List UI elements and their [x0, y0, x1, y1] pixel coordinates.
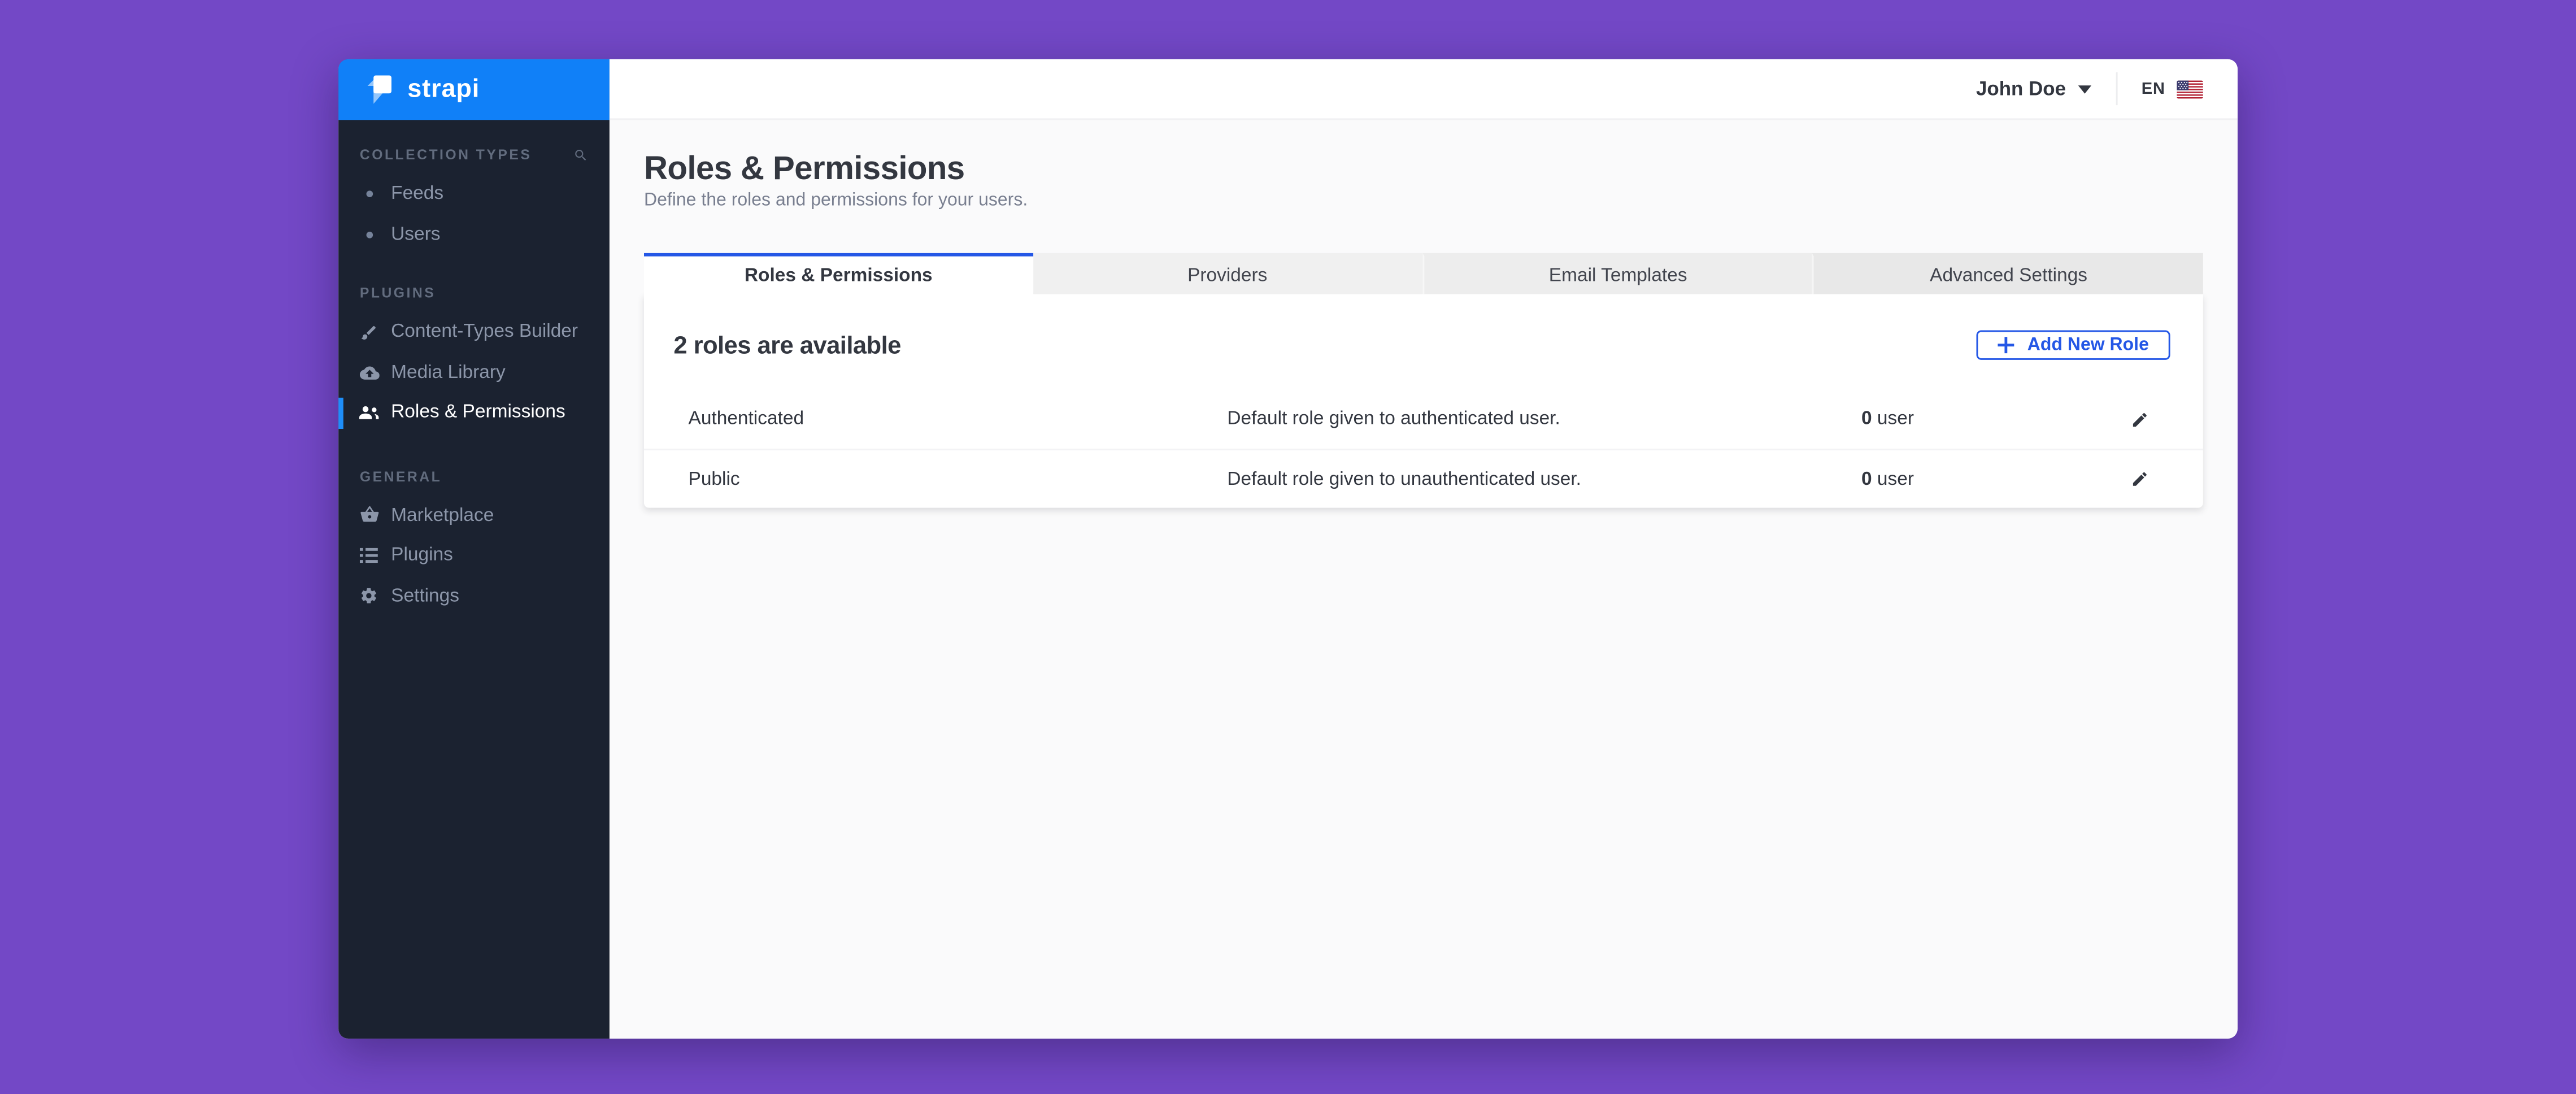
sidebar-item-label: Content-Types Builder	[391, 322, 578, 342]
role-user-count-value: 0	[1861, 409, 1872, 429]
role-name: Public	[688, 469, 740, 489]
tab-roles-permissions[interactable]: Roles & Permissions	[643, 253, 1033, 294]
gear-icon	[358, 587, 380, 605]
sidebar-item-label: Marketplace	[391, 505, 494, 526]
cloud-upload-icon	[358, 364, 380, 381]
add-new-role-label: Add New Role	[2027, 335, 2149, 355]
section-general: GENERAL Marketplace Plugins Settings	[338, 466, 610, 616]
brand-name: strapi	[407, 75, 480, 103]
bullet-icon	[358, 231, 380, 238]
role-user-count-value: 0	[1861, 469, 1872, 489]
section-label: PLUGINS	[359, 284, 436, 301]
user-menu[interactable]: John Doe	[1976, 77, 2091, 101]
pencil-icon	[2133, 472, 2147, 486]
role-user-count: 0 user	[1861, 469, 2108, 489]
chevron-down-icon	[2077, 84, 2091, 93]
topbar-divider	[2115, 72, 2117, 106]
sidebar-item-feeds[interactable]: Feeds	[338, 174, 610, 214]
role-description: Default role given to unauthenticated us…	[1227, 469, 1581, 489]
sidebar-item-label: Feeds	[391, 184, 444, 205]
user-name: John Doe	[1976, 77, 2066, 101]
roles-card: Roles & Permissions Providers Email Temp…	[643, 253, 2203, 508]
sidebar-item-settings[interactable]: Settings	[338, 576, 610, 616]
plus-icon	[1998, 337, 2014, 354]
search-icon[interactable]	[573, 147, 588, 162]
sidebar-item-content-types-builder[interactable]: Content-Types Builder	[338, 312, 610, 353]
sidebar-item-label: Settings	[391, 586, 460, 606]
sidebar-item-label: Media Library	[391, 362, 506, 383]
roles-panel: 2 roles are available Add New Role Authe…	[643, 294, 2203, 508]
users-icon	[358, 405, 380, 421]
app-window: strapi COLLECTION TYPES Feeds Users PLUG…	[338, 59, 2238, 1038]
topbar: John Doe EN	[609, 59, 2238, 120]
section-header: COLLECTION TYPES	[338, 145, 610, 164]
language-code: EN	[2141, 80, 2165, 98]
bullet-icon	[358, 191, 380, 198]
section-header: GENERAL	[338, 466, 610, 485]
sidebar-nav: COLLECTION TYPES Feeds Users PLUGINS Con…	[338, 120, 610, 616]
sidebar-item-media-library[interactable]: Media Library	[338, 353, 610, 393]
tab-providers[interactable]: Providers	[1033, 253, 1422, 294]
sidebar-item-label: Roles & Permissions	[391, 403, 565, 423]
role-actions	[2108, 467, 2172, 492]
edit-role-button[interactable]	[2127, 467, 2152, 492]
strapi-logo-icon	[367, 75, 391, 103]
list-icon	[358, 548, 380, 564]
role-user-count-label: user	[1877, 469, 1914, 489]
basket-icon	[358, 506, 380, 524]
tab-email-templates[interactable]: Email Templates	[1422, 253, 1813, 294]
section-label: GENERAL	[359, 467, 442, 484]
strapi-logo[interactable]: strapi	[338, 59, 610, 120]
main-area: John Doe EN Roles & Permissions Define t…	[609, 59, 2238, 1038]
page-title: Roles & Permissions	[643, 151, 965, 188]
section-plugins: PLUGINS Content-Types Builder Media Libr…	[338, 283, 610, 433]
sidebar-item-users[interactable]: Users	[338, 215, 610, 255]
role-name: Authenticated	[688, 409, 804, 429]
tab-bar: Roles & Permissions Providers Email Temp…	[643, 253, 2203, 294]
section-label: COLLECTION TYPES	[359, 146, 532, 163]
role-user-count: 0 user	[1861, 409, 2108, 429]
language-switcher[interactable]: EN	[2142, 80, 2203, 98]
brush-icon	[358, 323, 380, 341]
role-row-public[interactable]: Public Default role given to unauthentic…	[643, 448, 2203, 508]
pencil-icon	[2133, 412, 2147, 426]
role-user-count-label: user	[1877, 409, 1914, 429]
edit-role-button[interactable]	[2127, 407, 2152, 432]
role-description: Default role given to authenticated user…	[1227, 409, 1560, 429]
sidebar-item-label: Users	[391, 224, 441, 245]
sidebar: strapi COLLECTION TYPES Feeds Users PLUG…	[338, 59, 610, 1038]
us-flag-icon	[2177, 80, 2203, 98]
sidebar-item-plugins[interactable]: Plugins	[338, 536, 610, 576]
roles-panel-header: 2 roles are available Add New Role	[644, 294, 2203, 390]
page-content: Roles & Permissions Define the roles and…	[610, 120, 2238, 508]
sidebar-item-marketplace[interactable]: Marketplace	[338, 496, 610, 536]
add-new-role-button[interactable]: Add New Role	[1976, 330, 2170, 360]
section-header: PLUGINS	[338, 283, 610, 302]
desktop-background: strapi COLLECTION TYPES Feeds Users PLUG…	[0, 0, 2576, 1094]
role-row-authenticated[interactable]: Authenticated Default role given to auth…	[644, 389, 2203, 449]
sidebar-item-roles-permissions[interactable]: Roles & Permissions	[338, 393, 610, 433]
section-collection-types: COLLECTION TYPES Feeds Users	[338, 145, 610, 255]
role-actions	[2108, 407, 2172, 432]
roles-count-heading: 2 roles are available	[673, 331, 901, 359]
tab-advanced-settings[interactable]: Advanced Settings	[1812, 253, 2203, 294]
page-subtitle: Define the roles and permissions for you…	[643, 190, 1028, 211]
sidebar-item-label: Plugins	[391, 546, 453, 566]
